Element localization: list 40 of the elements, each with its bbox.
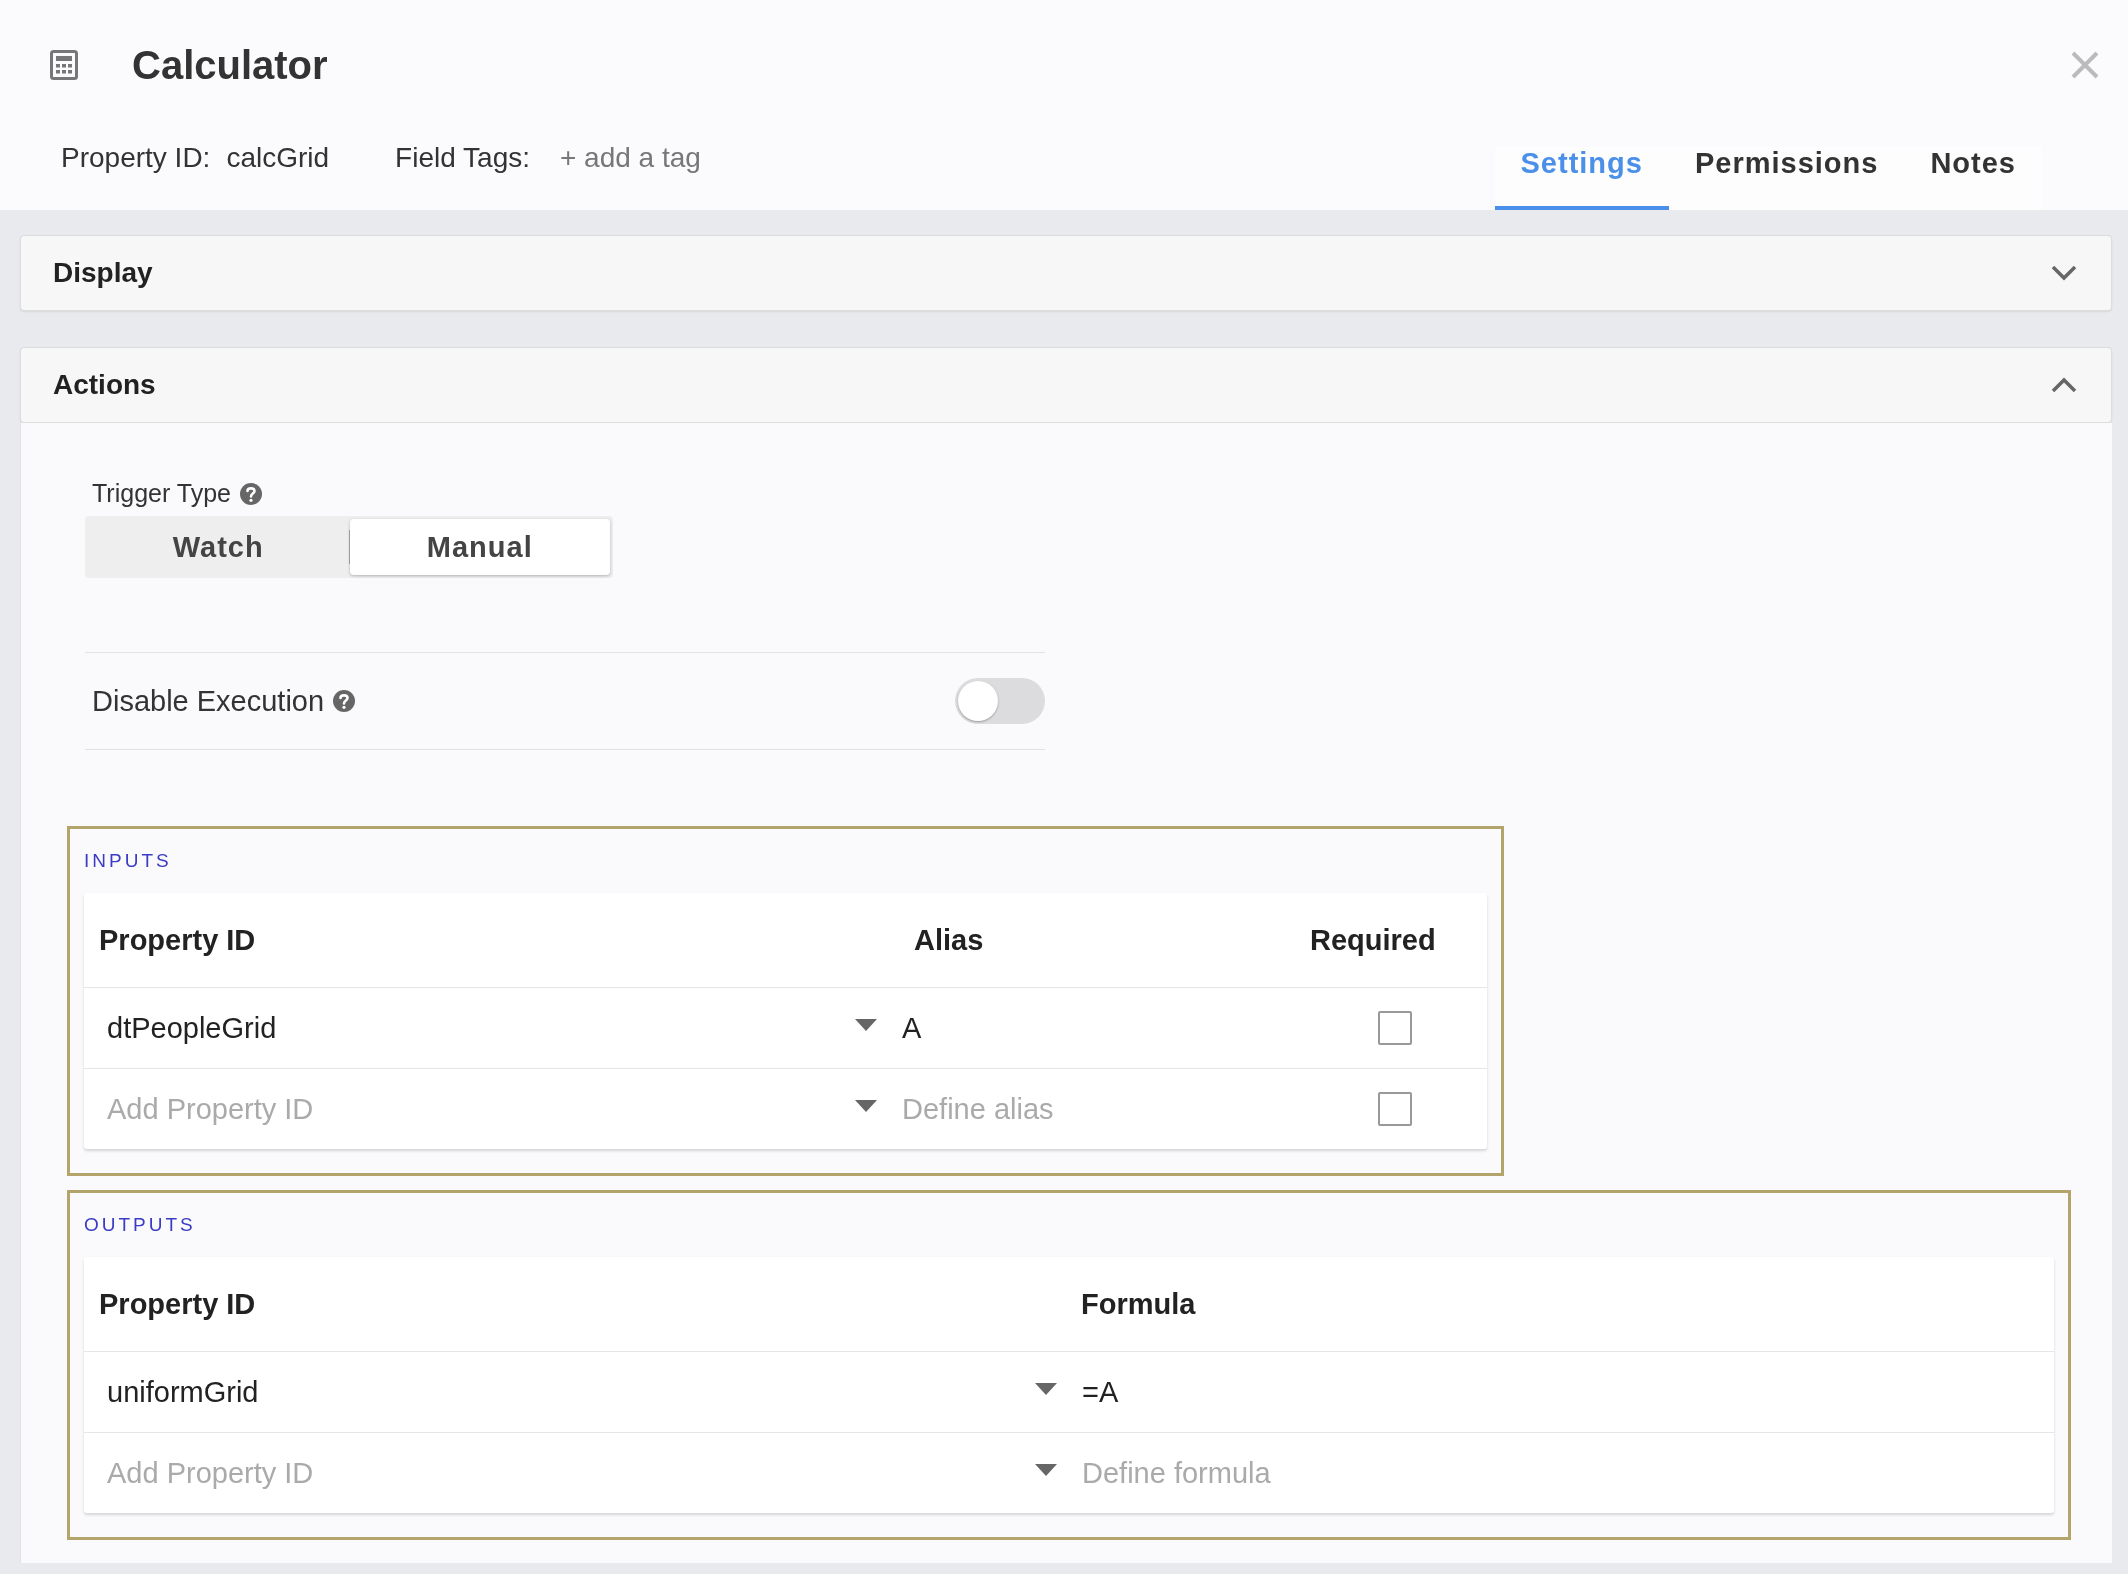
column-header: Property ID bbox=[98, 923, 257, 957]
property-id-label: Property ID: bbox=[61, 142, 211, 175]
checkbox[interactable] bbox=[1378, 1011, 1412, 1045]
property-id-dropdown[interactable]: uniformGrid bbox=[84, 1352, 1070, 1432]
caret-icon[interactable] bbox=[1034, 1463, 1058, 1477]
tab[interactable]: Notes bbox=[1904, 147, 2042, 210]
calculator-icon bbox=[50, 50, 78, 80]
checkbox[interactable] bbox=[1378, 1092, 1412, 1126]
property-id-dropdown[interactable]: dtPeopleGrid bbox=[84, 988, 890, 1068]
add-tag-link[interactable]: + add a tag bbox=[560, 142, 701, 210]
column-header: Alias bbox=[913, 923, 985, 957]
panel-header[interactable]: Actions bbox=[20, 347, 2112, 423]
dialog-title: Calculator bbox=[132, 42, 328, 88]
column-header: Required bbox=[1310, 923, 1437, 957]
chevron-up-icon[interactable] bbox=[2051, 377, 2077, 393]
caret-icon[interactable] bbox=[854, 1099, 878, 1113]
segment-option[interactable]: Watch bbox=[88, 519, 349, 575]
alias-field[interactable]: A bbox=[890, 998, 1310, 1058]
help-icon[interactable] bbox=[332, 689, 357, 713]
formula-field[interactable]: Define formula bbox=[1070, 1443, 2054, 1503]
segment-option[interactable]: Manual bbox=[349, 519, 610, 575]
property-id-value: calcGrid bbox=[226, 142, 330, 175]
panel-header[interactable]: Display bbox=[20, 235, 2112, 311]
caret-icon[interactable] bbox=[1034, 1382, 1058, 1396]
panel-title: Actions bbox=[53, 369, 156, 401]
caret-icon[interactable] bbox=[854, 1018, 878, 1032]
section-title: OUTPUTS bbox=[84, 1213, 197, 1237]
toggle-switch[interactable] bbox=[955, 678, 1045, 724]
formula-field[interactable]: =A bbox=[1070, 1362, 2054, 1422]
tab[interactable]: Permissions bbox=[1668, 147, 1905, 210]
alias-field[interactable]: Define alias bbox=[890, 1079, 1310, 1139]
column-header: Property ID bbox=[98, 1287, 257, 1321]
help-icon[interactable] bbox=[238, 481, 263, 506]
disable-execution-label: Disable Execution bbox=[92, 684, 325, 718]
trigger-type-label: Trigger Type bbox=[92, 479, 231, 508]
panel-title: Display bbox=[53, 257, 153, 289]
section-title: INPUTS bbox=[84, 849, 173, 873]
column-header: Formula bbox=[1080, 1287, 1197, 1321]
field-tags-label: Field Tags: bbox=[395, 142, 530, 175]
chevron-down-icon[interactable] bbox=[2051, 265, 2077, 281]
